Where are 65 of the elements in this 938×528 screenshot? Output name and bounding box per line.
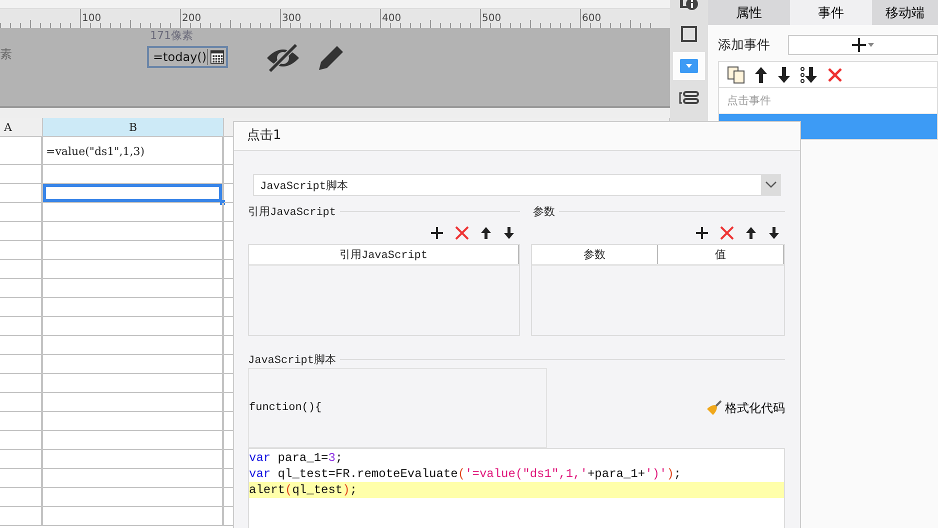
plus-icon <box>852 38 866 52</box>
table-cell <box>0 222 43 241</box>
size-label: 素 <box>0 46 12 63</box>
down-arrow-icon[interactable] <box>768 226 780 240</box>
table-cell <box>0 241 43 260</box>
size-label: 171像素 <box>150 28 193 43</box>
add-event-button[interactable] <box>788 35 938 55</box>
delete-icon[interactable] <box>455 226 469 240</box>
table-cell <box>0 203 43 222</box>
table-cell <box>0 317 43 336</box>
column-header: 参数 <box>532 245 658 264</box>
chevron-down-icon <box>764 181 776 189</box>
dialog-title: 点击1 <box>234 122 800 151</box>
table-cell <box>0 260 43 279</box>
table-cell <box>0 450 43 469</box>
table-cell: =value("ds1",1,3) <box>43 137 224 165</box>
move-bottom-icon[interactable] <box>800 66 818 84</box>
function-header: function(){ <box>248 368 547 448</box>
caret-icon <box>868 43 874 47</box>
up-arrow-icon[interactable] <box>754 66 768 84</box>
column-header: 引用JavaScript <box>249 245 519 264</box>
up-arrow-icon[interactable] <box>745 226 757 240</box>
table-cell <box>0 431 43 450</box>
table-cell <box>0 412 43 431</box>
tab[interactable]: 移动端 <box>872 0 938 25</box>
table-cell <box>0 184 43 203</box>
table-cell <box>0 488 43 507</box>
date-field[interactable]: =today() <box>147 46 228 68</box>
calendar-icon[interactable] <box>206 49 226 65</box>
column-header[interactable]: A <box>0 118 43 137</box>
type-dropdown[interactable]: JavaScript脚本 <box>253 174 781 196</box>
section-title: 引用JavaScript <box>248 205 336 218</box>
delete-icon[interactable] <box>827 66 843 82</box>
tab[interactable]: 属性 <box>708 0 790 25</box>
table-cell <box>0 137 43 165</box>
table-cell <box>0 279 43 298</box>
code-line: var ql_test=FR.remoteEvaluate('=value("ds1",1,'+para_1+')'); <box>249 466 682 482</box>
table-cell <box>0 165 43 184</box>
format-code-button[interactable]: 格式化代码 <box>706 400 785 416</box>
add-icon[interactable] <box>695 226 709 240</box>
section-title: JavaScript脚本 <box>248 353 336 366</box>
copy-icon[interactable] <box>727 66 745 84</box>
column-header[interactable]: B <box>43 118 224 137</box>
section-title: 参数 <box>533 205 555 218</box>
up-arrow-icon[interactable] <box>480 226 492 240</box>
code-line: var para_1=3; <box>249 450 344 466</box>
brush-icon <box>706 400 722 416</box>
table-cell <box>0 393 43 412</box>
table-cell <box>0 298 43 317</box>
table-cell <box>0 374 43 393</box>
table-cell <box>0 469 43 488</box>
add-event-label: 添加事件 <box>718 37 771 54</box>
down-arrow-icon[interactable] <box>777 66 791 84</box>
add-icon[interactable] <box>430 226 444 240</box>
table-cell <box>0 507 43 526</box>
ruler: 100 200 300 400 500 600 <box>0 9 670 28</box>
pencil-icon[interactable] <box>316 43 346 73</box>
column-header: 值 <box>658 245 784 264</box>
table-cell <box>0 336 43 355</box>
hidden-eye-icon[interactable] <box>265 43 301 73</box>
tab[interactable]: 事件 <box>790 0 872 25</box>
code-editor[interactable]: var para_1=3; var ql_test=FR.remoteEvaluate('=value("ds1",1,'+para_1+')'); alert(ql_test); <box>248 448 785 528</box>
table-cell <box>0 355 43 374</box>
delete-icon[interactable] <box>720 226 734 240</box>
down-arrow-icon[interactable] <box>503 226 515 240</box>
